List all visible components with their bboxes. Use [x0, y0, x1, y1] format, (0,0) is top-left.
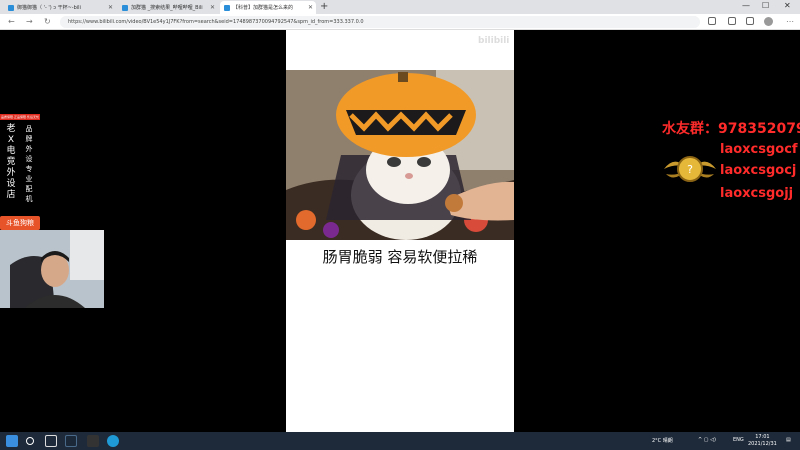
- address-bar-row: ← → ↻ https://www.bilibili.com/video/BV1…: [0, 14, 800, 30]
- more-menu-icon[interactable]: ⋯: [786, 17, 794, 26]
- ad-top-strip: 品质保障·正品保障·售后无忧: [0, 114, 40, 120]
- steam-icon[interactable]: [65, 435, 77, 447]
- refresh-icon[interactable]: ↻: [44, 17, 51, 26]
- collections-icon[interactable]: [728, 17, 736, 25]
- forward-icon[interactable]: →: [26, 17, 33, 26]
- ad-slogan: 品 牌 外 设 专 业 配 机: [22, 124, 36, 204]
- app-icon[interactable]: [87, 435, 99, 447]
- new-tab-icon[interactable]: +: [320, 1, 328, 12]
- windows-taskbar: 2°C 晴朗 ^ ▢ ◁) ENG 17:01 2021/12/31 ▤: [0, 432, 800, 450]
- ad-char: X: [7, 135, 15, 145]
- tab-3-label: 【科普】加群猫是怎么来的: [233, 5, 294, 11]
- ad-char: 设: [6, 179, 16, 189]
- notification-icon[interactable]: ▤: [786, 437, 791, 443]
- tab-2-label: 加群猫 _搜索结果_哔哩哔哩_Bili: [131, 5, 203, 11]
- video-subtitle: 肠胃脆弱 容易软便拉稀: [322, 248, 478, 266]
- tray-icons[interactable]: ^ ▢ ◁): [698, 437, 716, 443]
- bilibili-icon: [8, 4, 14, 11]
- ad-char: 外: [25, 145, 33, 153]
- bilibili-icon: [224, 4, 230, 11]
- task-view-icon[interactable]: [45, 435, 57, 447]
- svg-text:?: ?: [687, 163, 693, 176]
- ad-char: 牌: [25, 135, 33, 143]
- language-indicator[interactable]: ENG: [733, 437, 744, 443]
- ad-char: 店: [6, 190, 16, 200]
- ad-char: 品: [25, 125, 33, 133]
- gold-medal-icon: ?: [664, 156, 716, 182]
- ad-char: 机: [25, 195, 33, 203]
- search-icon[interactable]: [26, 437, 34, 445]
- close-window-icon[interactable]: ✕: [784, 1, 791, 10]
- ad-char: 配: [25, 185, 33, 193]
- streamer-webcam: [0, 230, 104, 308]
- favorite-icon[interactable]: [708, 17, 716, 25]
- maximize-icon[interactable]: ☐: [762, 1, 769, 10]
- ad-bottom-label: 斗鱼狗粮: [0, 216, 40, 230]
- tab-3[interactable]: 【科普】加群猫是怎么来的 ✕: [220, 1, 316, 14]
- overlay-line-1: laoxcsgocf: [720, 142, 798, 157]
- ad-char: 设: [25, 155, 33, 163]
- ad-char: 竞: [6, 157, 16, 167]
- edge-icon[interactable]: [107, 435, 119, 447]
- qq-group-text: 水友群：978352079: [662, 121, 800, 137]
- close-icon[interactable]: ✕: [308, 4, 313, 11]
- clock-time: 17:01: [755, 434, 770, 440]
- ad-char: 老: [6, 124, 16, 134]
- taskbar-clock[interactable]: 17:01 2021/12/31: [748, 434, 777, 448]
- back-icon[interactable]: ←: [8, 17, 15, 26]
- windows-start-icon[interactable]: [6, 435, 18, 447]
- profile-avatar[interactable]: [764, 17, 773, 26]
- clock-date: 2021/12/31: [748, 441, 777, 447]
- store-ad-banner: 品质保障·正品保障·售后无忧 老 X 电 竞 外 设 店 品 牌 外 设 专 业…: [0, 114, 40, 232]
- tab-2[interactable]: 加群猫 _搜索结果_哔哩哔哩_Bili ✕: [118, 1, 218, 14]
- url-input[interactable]: https://www.bilibili.com/video/BV1e54y1J…: [60, 16, 700, 28]
- extensions-icon[interactable]: [746, 17, 754, 25]
- overlay-line-2: laoxcsgocj: [720, 163, 797, 178]
- ad-char: 业: [25, 175, 33, 183]
- tab-1[interactable]: 御猫御猫（ '- ') ɔ 干杯~-bili ✕: [4, 1, 116, 14]
- minimize-icon[interactable]: —: [742, 1, 750, 10]
- ad-char: 外: [6, 168, 16, 178]
- bilibili-watermark: bilibili: [478, 36, 510, 46]
- overlay-line-3: laoxcsgojj: [720, 186, 794, 201]
- close-icon[interactable]: ✕: [210, 4, 215, 11]
- bilibili-icon: [122, 4, 128, 11]
- ad-store-name: 老 X 电 竞 外 设 店: [4, 124, 18, 201]
- close-icon[interactable]: ✕: [108, 4, 113, 11]
- browser-tab-bar: 御猫御猫（ '- ') ɔ 干杯~-bili ✕ 加群猫 _搜索结果_哔哩哔哩_…: [0, 0, 800, 14]
- tab-1-label: 御猫御猫（ '- ') ɔ 干杯~-bili: [17, 5, 81, 11]
- weather-text[interactable]: 2°C 晴朗: [652, 437, 673, 444]
- ad-char: 电: [6, 146, 16, 156]
- cat-video-frame: [286, 70, 514, 240]
- ad-char: 专: [25, 165, 33, 173]
